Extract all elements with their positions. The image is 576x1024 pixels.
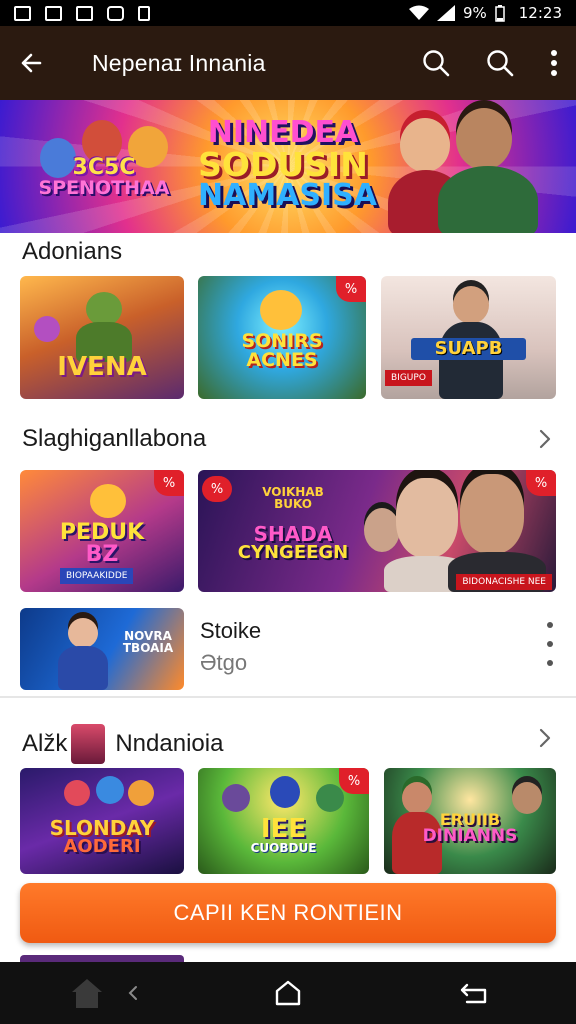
character-icon	[68, 618, 98, 648]
chevron-right-icon	[539, 429, 551, 449]
signal-icon	[436, 5, 455, 21]
search-button-secondary[interactable]	[468, 26, 532, 100]
character-icon	[90, 484, 126, 518]
notification-icons	[14, 5, 150, 21]
back-button[interactable]	[0, 26, 62, 100]
system-nav-bar	[0, 962, 576, 1024]
hero-character-right-2	[456, 108, 512, 170]
photo-notification-icon	[45, 5, 62, 21]
section-title-1: Adonians	[22, 238, 123, 265]
battery-percent: 9%	[462, 4, 487, 22]
game-tile-3-2[interactable]: IEE CUOBDUE %	[198, 768, 369, 874]
nav-back-button[interactable]	[452, 962, 496, 1024]
character-icon	[64, 780, 90, 806]
character-icon	[222, 784, 250, 812]
back-return-icon	[460, 983, 487, 1004]
nav-home-shortcut[interactable]	[64, 962, 110, 1024]
character-icon	[96, 776, 124, 804]
search-button[interactable]	[404, 26, 468, 100]
tile-title: PEDUK BZ	[59, 520, 145, 567]
promo-ribbon: BIGUPO	[385, 370, 432, 386]
section-avatar	[71, 724, 106, 764]
nav-back-small[interactable]	[120, 962, 146, 1024]
game-tile-1-3[interactable]: SUAPB BIGUPO	[381, 276, 556, 399]
character-icon	[396, 478, 458, 558]
hero-banner[interactable]: 3C5C SPENOTHAA NINEDEA SODUSIN NAMASISA	[0, 100, 576, 233]
game-tile-2-2-wide[interactable]: % VOIKHAB BUKO SHADA CYNGEEGN % BIDONACI…	[198, 470, 556, 592]
status-bar: 9% 12:23	[0, 0, 576, 26]
section-title-3: Alžk Nndanioia	[22, 724, 223, 764]
character-icon	[512, 782, 542, 814]
tile-title: SONIRS ACNES	[241, 330, 323, 371]
nav-home-button[interactable]	[266, 962, 310, 1024]
section-2-more-button[interactable]	[538, 428, 552, 455]
tile-kicker: VOIKHAB BUKO	[262, 485, 324, 511]
hero-title: NINEDEA SODUSIN NAMASISA	[198, 115, 377, 213]
game-tile-1-1[interactable]: IVENA	[20, 276, 184, 399]
list-item-more-button[interactable]	[544, 622, 556, 666]
character-icon	[270, 776, 300, 808]
tile-title: SHADA CYNGEEGN	[237, 522, 349, 563]
character-body	[58, 646, 108, 690]
chevron-left-icon	[128, 986, 137, 1000]
character-icon	[34, 316, 60, 342]
discount-badge: %	[526, 470, 556, 496]
page-title: Nepenaɪ Innania	[92, 49, 266, 76]
mail-notification-icon	[76, 5, 93, 21]
image-notification-icon	[14, 5, 31, 21]
discount-badge: %	[339, 768, 369, 794]
clock: 12:23	[518, 4, 562, 22]
character-icon	[453, 286, 489, 324]
thumbnail-title: NOVRA TBOAIA	[122, 629, 174, 655]
list-item-title: Stoike	[200, 618, 262, 643]
hero-character-right-2-body	[438, 166, 538, 233]
character-icon	[86, 292, 122, 326]
section-title-2: Slaghiganllabona	[22, 425, 207, 452]
overflow-menu-button[interactable]	[532, 26, 576, 100]
character-icon	[316, 784, 344, 812]
list-item[interactable]: NOVRA TBOAIA Stoike Ətgo	[0, 600, 576, 698]
game-tile-1-2[interactable]: SONIRS ACNES %	[198, 276, 366, 399]
character-icon	[128, 780, 154, 806]
character-icon	[460, 474, 524, 554]
primary-cta-button[interactable]: CAPII KEN RONTIEIN	[20, 883, 556, 943]
more-vert-icon	[551, 50, 557, 76]
hero-side-text: 3C5C SPENOTHAA	[38, 155, 170, 200]
game-tile-2-1[interactable]: PEDUK BZ BIOPAAKIDDE %	[20, 470, 184, 592]
house-icon	[72, 979, 102, 1008]
back-arrow-icon	[21, 53, 42, 73]
search-icon	[487, 50, 514, 77]
home-outline-icon	[275, 980, 301, 1006]
game-tile-3-3[interactable]: ERUIIB DINIANNS	[384, 768, 556, 874]
wifi-icon	[408, 5, 429, 20]
promo-ribbon: BIOPAAKIDDE	[60, 568, 134, 584]
search-icon	[423, 50, 450, 77]
discount-badge: %	[154, 470, 184, 496]
tile-title: SLONDAY AODERI	[49, 816, 155, 857]
promo-ribbon: BIDONACISHE NEE	[456, 574, 552, 590]
app-notification-icon	[138, 5, 150, 21]
tile-title: IEE CUOBDUE	[250, 814, 317, 855]
hero-character-right-1	[400, 118, 450, 172]
chevron-right-icon	[539, 728, 551, 748]
next-row-peek	[20, 955, 184, 962]
dice-notification-icon	[107, 5, 124, 21]
game-tile-3-1[interactable]: SLONDAY AODERI	[20, 768, 184, 874]
character-body	[439, 322, 503, 399]
character-icon	[364, 508, 400, 552]
character-icon	[402, 782, 432, 814]
tile-title: ERUIIB DINIANNS	[422, 810, 518, 846]
battery-icon	[495, 4, 505, 22]
list-thumbnail: NOVRA TBOAIA	[20, 608, 184, 690]
list-item-subtitle: Ətgo	[200, 650, 248, 675]
discount-badge: %	[336, 276, 366, 302]
app-bar: Nepenaɪ Innania	[0, 26, 576, 100]
character-icon	[260, 290, 302, 330]
section-3-more-button[interactable]	[538, 727, 552, 754]
